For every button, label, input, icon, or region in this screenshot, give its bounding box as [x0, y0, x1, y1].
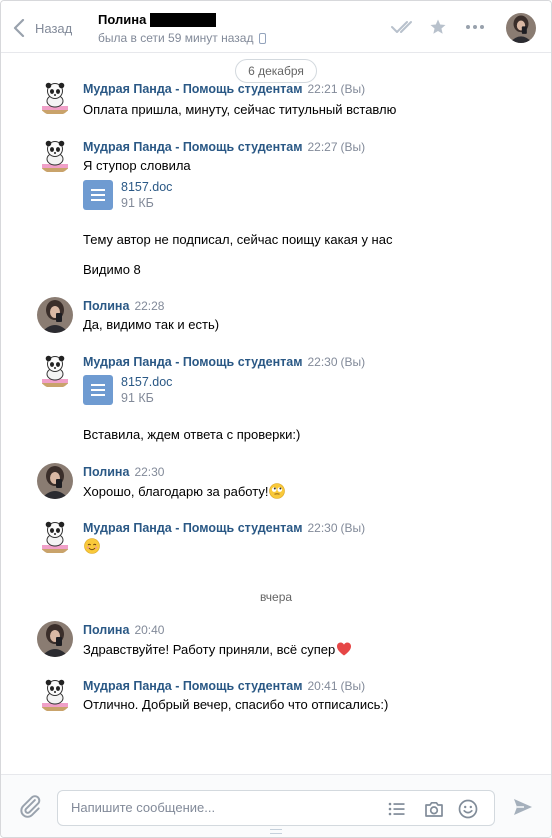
author-avatar[interactable]: [37, 297, 73, 333]
message-time[interactable]: 22:27: [307, 140, 337, 154]
document-attachment[interactable]: 8157.doc 91 КБ: [83, 180, 172, 212]
message-time[interactable]: 22:28: [134, 299, 164, 313]
message-author[interactable]: Мудрая Панда - Помощь студентам: [83, 521, 302, 535]
peer-info[interactable]: Полина была в сети 59 минут назад: [98, 11, 267, 45]
author-avatar[interactable]: [37, 138, 73, 174]
own-message-marker: (Вы): [340, 140, 366, 154]
attach-button[interactable]: [17, 793, 43, 819]
author-avatar[interactable]: [37, 80, 73, 116]
author-avatar[interactable]: [37, 621, 73, 657]
author-avatar[interactable]: [37, 463, 73, 499]
back-button[interactable]: Назад: [13, 17, 72, 39]
message-history[interactable]: 6 декабря Мудрая Панда - Помощь студента…: [1, 54, 551, 774]
peer-status: была в сети 59 минут назад: [98, 31, 254, 45]
message-author[interactable]: Мудрая Панда - Помощь студентам: [83, 140, 302, 154]
message-time[interactable]: 22:30: [307, 355, 337, 369]
message-author[interactable]: Мудрая Панда - Помощь студентам: [83, 82, 302, 96]
favorite-button[interactable]: [427, 16, 449, 38]
message-time[interactable]: 20:40: [134, 623, 164, 637]
resize-handle[interactable]: [270, 829, 282, 835]
message-author[interactable]: Полина: [83, 623, 129, 637]
chat-header: Назад Полина была в сети 59 минут назад: [1, 1, 551, 53]
date-separator: 6 декабря: [1, 59, 551, 83]
message-time[interactable]: 22:30: [307, 521, 337, 535]
message-text: Да, видимо так и есть): [83, 317, 220, 332]
message-text: Вставила, ждем ответа с проверки:): [83, 427, 301, 442]
document-size: 91 КБ: [121, 196, 154, 210]
send-button[interactable]: [512, 796, 534, 818]
document-size: 91 КБ: [121, 391, 154, 405]
message-time[interactable]: 20:41: [307, 679, 337, 693]
message-text: Хорошо, благодарю за работу!: [83, 484, 269, 499]
mark-read-button[interactable]: [390, 16, 418, 38]
document-icon: [83, 180, 113, 210]
mobile-phone-icon: [259, 32, 267, 44]
date-label: 6 декабря: [235, 59, 317, 83]
peer-avatar[interactable]: [506, 13, 536, 43]
document-name[interactable]: 8157.doc: [121, 375, 172, 390]
templates-button[interactable]: [386, 798, 408, 820]
camera-button[interactable]: [423, 798, 445, 820]
send-arrow-icon: [514, 799, 532, 815]
rolling-eyes-emoji: [269, 483, 286, 499]
message-input[interactable]: [71, 800, 371, 815]
message-author[interactable]: Мудрая Панда - Помощь студентам: [83, 355, 302, 369]
document-icon: [83, 375, 113, 405]
more-actions-button[interactable]: [463, 16, 487, 38]
message-input-box[interactable]: [57, 790, 495, 826]
message-text: Я ступор словила: [83, 158, 191, 173]
own-message-marker: (Вы): [340, 679, 366, 693]
emoji-button[interactable]: [457, 798, 479, 820]
double-check-icon: [391, 21, 412, 33]
paperclip-icon: [20, 795, 41, 818]
own-message-marker: (Вы): [340, 521, 366, 535]
list-icon: [388, 802, 405, 816]
message-composer: [1, 774, 551, 837]
message-text: Тему автор не подписал, сейчас поищу как…: [83, 232, 393, 247]
author-avatar[interactable]: [37, 677, 73, 713]
message-author[interactable]: Полина: [83, 299, 129, 313]
star-icon: [430, 19, 446, 34]
back-label: Назад: [35, 20, 73, 36]
peer-name: Полина: [98, 12, 147, 27]
redacted-surname: [150, 12, 217, 27]
message-author[interactable]: Мудрая Панда - Помощь студентам: [83, 679, 302, 693]
camera-icon: [425, 801, 443, 817]
message-text: Здравствуйте! Работу приняли, всё супер: [83, 642, 336, 657]
own-message-marker: (Вы): [340, 82, 366, 96]
more-dots-icon: [466, 25, 484, 29]
date-separator: вчера: [1, 589, 551, 604]
message-author[interactable]: Полина: [83, 465, 129, 479]
own-message-marker: (Вы): [340, 355, 366, 369]
document-name[interactable]: 8157.doc: [121, 180, 172, 195]
red-heart-emoji: [337, 642, 352, 656]
chevron-left-icon: [13, 18, 27, 38]
message-text: Видимо 8: [83, 262, 141, 277]
message-text: Отлично. Добрый вечер, спасибо что отпис…: [83, 697, 389, 712]
message-text: Оплата пришла, минуту, сейчас титульный …: [83, 102, 397, 117]
chat-window: Назад Полина была в сети 59 минут назад: [0, 0, 552, 838]
date-label: вчера: [259, 590, 293, 604]
message-time[interactable]: 22:21: [307, 82, 337, 96]
smile-icon: [458, 799, 478, 819]
author-avatar[interactable]: [37, 353, 73, 389]
message-time[interactable]: 22:30: [134, 465, 164, 479]
author-avatar[interactable]: [37, 519, 73, 555]
smiling-face-emoji: [84, 538, 100, 554]
document-attachment[interactable]: 8157.doc 91 КБ: [83, 375, 172, 407]
